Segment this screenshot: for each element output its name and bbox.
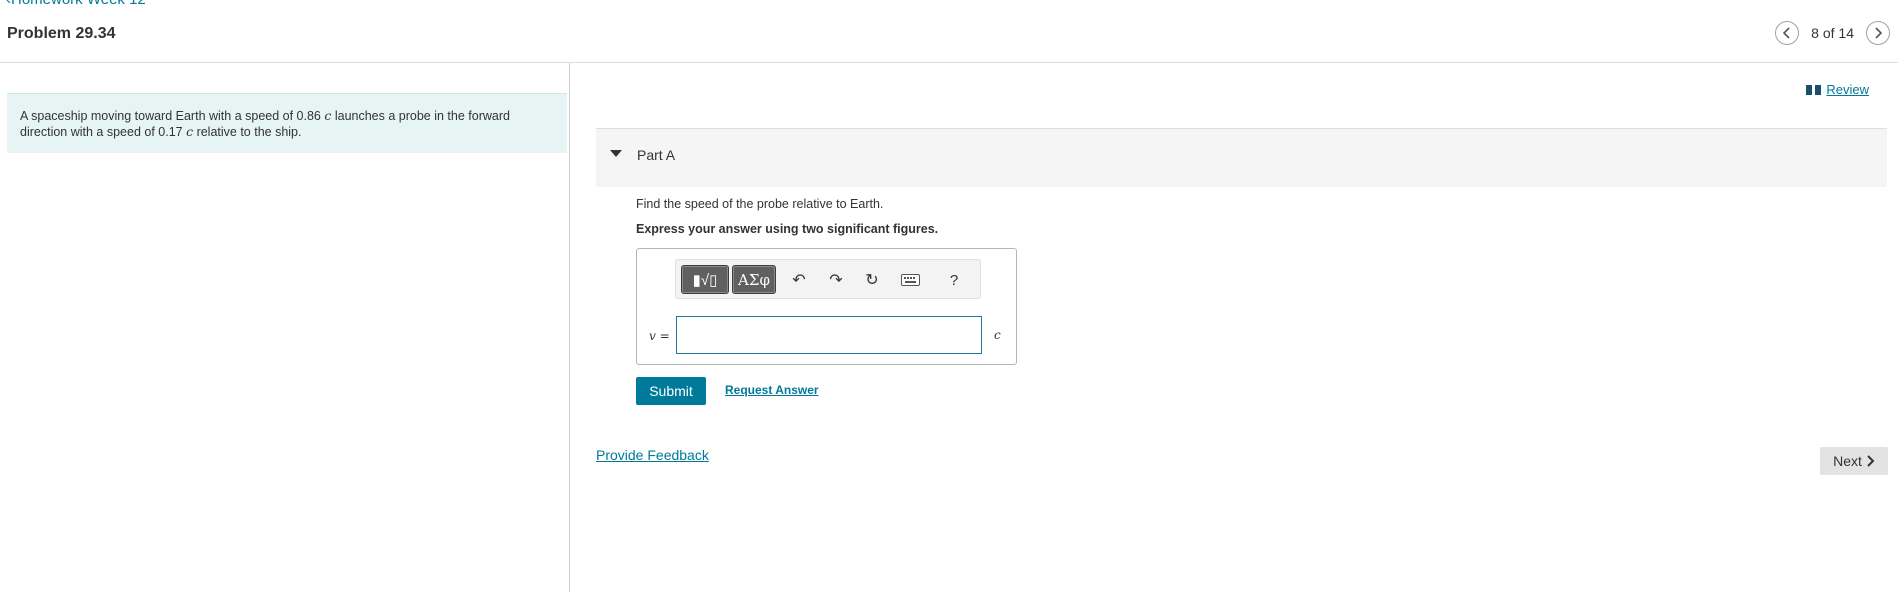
review-link[interactable]: Review — [1806, 82, 1869, 97]
question-prompt: Find the speed of the probe relative to … — [636, 197, 884, 211]
greek-symbols-icon: ΑΣφ — [738, 270, 770, 289]
problem-text-part1: A spaceship moving toward Earth with a s… — [20, 109, 325, 123]
top-bar: ‹Homework Week 12 Problem 29.34 8 of 14 — [0, 0, 1898, 63]
request-answer-link[interactable]: Request Answer — [725, 383, 819, 397]
redo-icon[interactable]: ↷ — [826, 270, 846, 290]
caret-down-icon[interactable] — [610, 150, 622, 157]
part-a-header[interactable]: Part A — [596, 128, 1887, 187]
submit-button[interactable]: Submit — [636, 377, 706, 405]
previous-problem-button[interactable] — [1775, 21, 1800, 45]
next-button[interactable]: Next — [1820, 447, 1888, 475]
pager-text: 8 of 14 — [1811, 25, 1854, 41]
variable-symbol: v = — [649, 329, 670, 343]
problem-statement: A spaceship moving toward Earth with a s… — [7, 93, 567, 153]
undo-icon[interactable]: ↶ — [789, 270, 809, 290]
keyboard-icon-shape — [900, 274, 920, 286]
help-icon[interactable]: ? — [944, 270, 964, 290]
answer-input[interactable] — [676, 316, 982, 354]
reset-icon[interactable]: ↻ — [862, 270, 882, 290]
problem-title: Problem 29.34 — [7, 25, 116, 42]
math-toolbar: ▮√▯ ΑΣφ ↶ ↷ ↻ ? — [675, 259, 981, 299]
greek-symbols-button[interactable]: ΑΣφ — [732, 265, 776, 294]
chevron-right-icon — [1867, 455, 1875, 467]
unit-label: c — [994, 328, 1001, 342]
provide-feedback-link[interactable]: Provide Feedback — [596, 447, 709, 463]
problem-text-part3: relative to the ship. — [193, 125, 302, 139]
back-to-assignment-link[interactable]: ‹Homework Week 12 — [6, 0, 146, 8]
chevron-left-icon — [1783, 27, 1790, 39]
chevron-right-icon — [1875, 27, 1883, 39]
templates-button[interactable]: ▮√▯ — [681, 265, 729, 294]
book-icon — [1806, 84, 1822, 95]
variable-label: v = — [649, 329, 670, 343]
review-label: Review — [1826, 82, 1869, 97]
next-problem-button[interactable] — [1866, 21, 1890, 45]
templates-icon: ▮√▯ — [692, 271, 718, 289]
keyboard-icon[interactable] — [900, 270, 920, 290]
problem-pager: 8 of 14 — [1775, 21, 1890, 45]
part-title: Part A — [637, 147, 676, 163]
answer-instruction: Express your answer using two significan… — [636, 222, 939, 236]
next-label: Next — [1833, 453, 1862, 469]
answer-panel: ▮√▯ ΑΣφ ↶ ↷ ↻ ? v = c — [636, 248, 1017, 365]
